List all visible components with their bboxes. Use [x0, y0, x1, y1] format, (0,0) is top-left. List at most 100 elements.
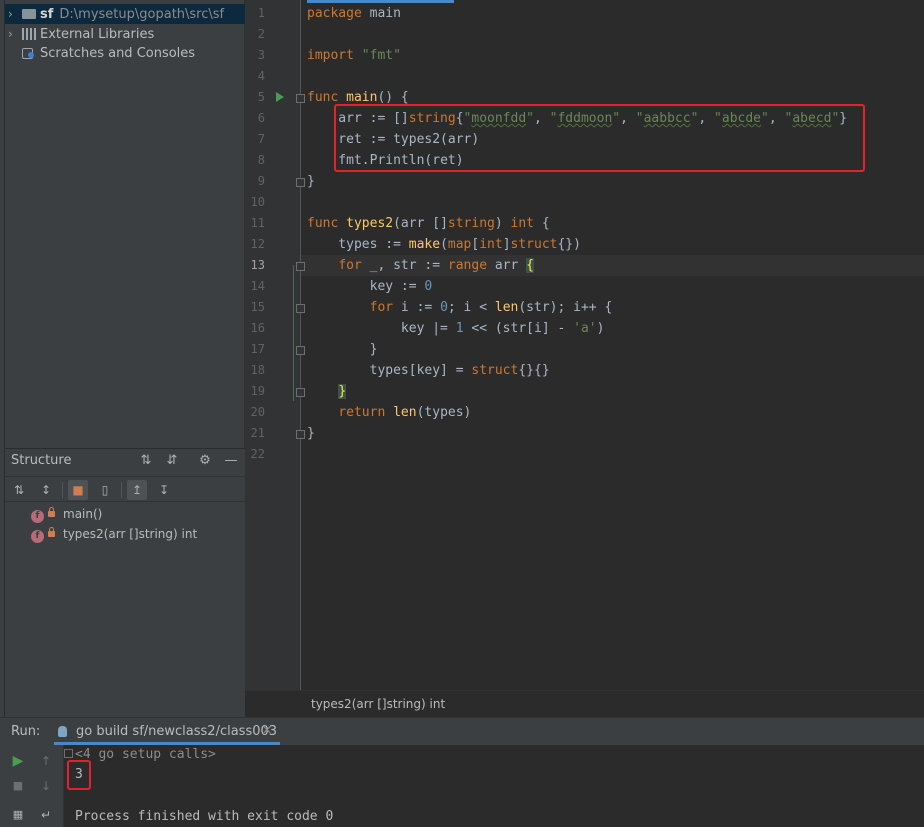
down-arrow-icon[interactable]: ↓: [38, 778, 54, 794]
line-number: 11: [250, 216, 265, 230]
fold-marker-icon[interactable]: [296, 388, 305, 397]
line-number: 8: [257, 153, 265, 167]
fold-marker-icon[interactable]: [296, 304, 305, 313]
layout-icon[interactable]: ▦: [10, 807, 26, 823]
structure-item-label: types2(arr []string) int: [63, 527, 198, 541]
code-line-9: }: [307, 174, 315, 189]
highlight-box-main-body: [334, 104, 865, 172]
line-number: 22: [250, 447, 265, 461]
code-line-14: key := 0: [307, 279, 433, 294]
toolbar-divider: [121, 482, 122, 498]
autoscroll-to-source-icon[interactable]: ↥: [127, 480, 147, 500]
highlight-box-output: [67, 760, 91, 790]
project-root-path: D:\mysetup\gopath\src\sf: [59, 7, 225, 22]
code-editor[interactable]: 1 2 3 4 5 6 7 8 9 10 11 12 13 14 15 16 1…: [245, 0, 924, 690]
line-number: 14: [250, 279, 265, 293]
chevron-right-icon[interactable]: ›: [8, 24, 22, 44]
collapse-all-icon[interactable]: ⇵: [164, 453, 180, 469]
gear-icon[interactable]: ⚙: [197, 453, 213, 469]
code-line-13: for _, str := range arr {: [338, 258, 534, 273]
run-tab-title: go build sf/newclass2/class003: [76, 724, 278, 739]
soft-wrap-icon[interactable]: ↵: [38, 807, 54, 823]
run-tab[interactable]: go build sf/newclass2/class003 ✕: [54, 718, 280, 745]
scratches-item[interactable]: Scratches and Consoles: [22, 44, 195, 64]
line-number: 16: [250, 321, 265, 335]
expand-icon[interactable]: [64, 749, 73, 758]
line-number: 9: [257, 174, 265, 188]
code-line-19: }: [338, 384, 347, 399]
sort-by-visibility-icon[interactable]: ⇅: [9, 480, 29, 500]
line-number: 21: [250, 426, 265, 440]
sort-alphabetically-icon[interactable]: ↕: [36, 480, 56, 500]
toolbar-divider: [62, 482, 63, 498]
run-header: Run: go build sf/newclass2/class003 ✕: [0, 718, 924, 745]
code-line-15: for i := 0; i < len(str); i++ {: [369, 300, 613, 315]
line-number: 12: [250, 237, 265, 251]
line-number: 1: [257, 6, 265, 20]
library-icon: [22, 28, 36, 40]
external-libraries-item[interactable]: › External Libraries: [8, 24, 154, 44]
code-line-21: }: [307, 426, 315, 441]
line-number: 19: [250, 384, 265, 398]
console-exit-message: Process finished with exit code 0: [75, 809, 334, 824]
structure-item-types2[interactable]: f types2(arr []string) int: [31, 524, 197, 544]
code-line-16: key |= 1 << (str[i] - 'a'): [307, 321, 605, 336]
run-gutter-icon[interactable]: [276, 92, 284, 102]
rerun-icon[interactable]: ▶: [10, 753, 26, 769]
breadcrumb-item[interactable]: types2(arr []string) int: [311, 697, 445, 711]
line-number: 17: [250, 342, 265, 356]
structure-toolbar: ⇅ ↕ ■ ▯ ↥ ↧: [5, 476, 245, 502]
stop-icon[interactable]: ■: [10, 778, 26, 794]
fold-marker-icon[interactable]: [296, 346, 305, 355]
code-line-20: return len(types): [338, 405, 472, 420]
lock-icon: [48, 527, 55, 537]
run-toolbar: ▶ ↑ ■ ↓ ▦ ↵: [0, 745, 64, 827]
code-line-11: func types2(arr []string) int {: [307, 216, 550, 231]
close-icon[interactable]: ✕: [262, 723, 272, 737]
project-root-item[interactable]: › sf D:\mysetup\gopath\src\sf: [5, 4, 245, 24]
chevron-right-icon[interactable]: ›: [8, 4, 22, 24]
code-line-18: types[key] = struct{}{}: [307, 363, 550, 378]
show-non-public-icon[interactable]: ■: [68, 480, 88, 500]
up-arrow-icon[interactable]: ↑: [38, 753, 54, 769]
function-icon: f: [31, 530, 44, 543]
code-line-17: }: [307, 342, 378, 357]
structure-item-main[interactable]: f main(): [31, 504, 102, 524]
run-panel: Run: go build sf/newclass2/class003 ✕ ▶ …: [0, 717, 924, 827]
structure-title: Structure: [11, 453, 72, 468]
code-line-1: package main: [307, 6, 401, 21]
fold-marker-icon[interactable]: [296, 94, 305, 103]
code-line-12: types := make(map[int]struct{}): [307, 237, 581, 252]
line-number: 7: [257, 132, 265, 146]
function-icon: f: [31, 510, 44, 523]
minimize-icon[interactable]: —: [223, 453, 239, 469]
project-root-name: sf: [40, 7, 54, 22]
scratches-label: Scratches and Consoles: [40, 46, 196, 61]
fold-marker-icon[interactable]: [296, 430, 305, 439]
line-number: 5: [257, 90, 265, 104]
fold-marker-icon[interactable]: [296, 262, 305, 271]
scope-guide: [293, 265, 294, 401]
line-number: 3: [257, 48, 265, 62]
run-tab-indicator: [54, 742, 280, 745]
fold-marker-icon[interactable]: [296, 178, 305, 187]
lock-icon: [48, 507, 55, 517]
autoscroll-from-source-icon[interactable]: ↧: [154, 480, 174, 500]
show-fields-icon[interactable]: ▯: [95, 480, 115, 500]
line-number: 15: [250, 300, 265, 314]
line-number: 18: [250, 363, 265, 377]
line-number: 2: [257, 27, 265, 41]
line-number: 6: [257, 111, 265, 125]
line-number: 10: [250, 195, 265, 209]
structure-panel: Structure ⇅ ⇵ ⚙ — ⇅ ↕ ■ ▯ ↥ ↧ f main() f t…: [5, 448, 245, 717]
expand-all-icon[interactable]: ⇅: [138, 453, 154, 469]
run-label: Run:: [11, 724, 41, 739]
folder-icon: [22, 9, 36, 19]
line-number: 4: [257, 69, 265, 83]
line-number: 20: [250, 405, 265, 419]
external-libraries-label: External Libraries: [40, 27, 155, 42]
scratches-icon: [22, 47, 36, 59]
line-number: 13: [250, 258, 265, 272]
go-run-config-icon: [58, 726, 67, 737]
breadcrumb: types2(arr []string) int: [245, 690, 924, 717]
